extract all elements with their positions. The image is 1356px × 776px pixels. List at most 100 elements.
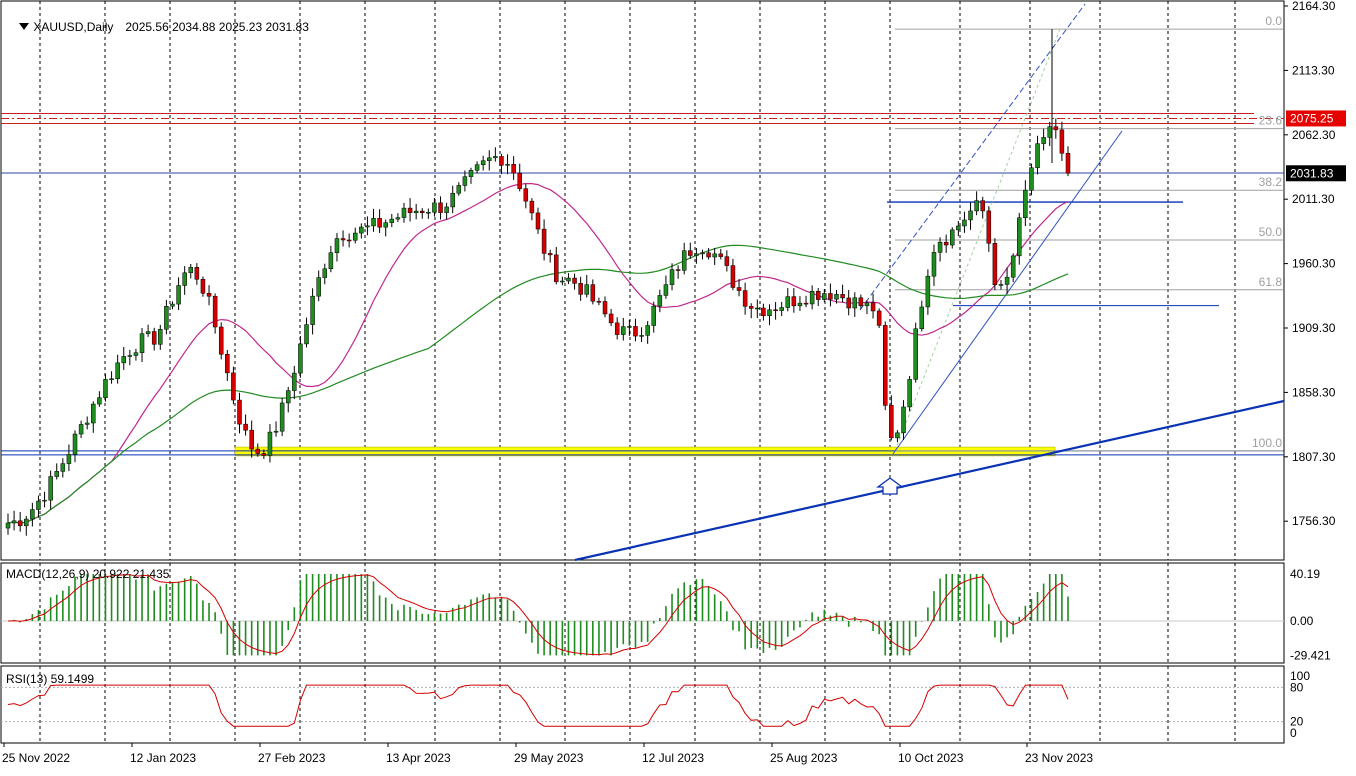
candle-body bbox=[48, 476, 53, 501]
time-tick-label: 27 Feb 2023 bbox=[258, 751, 326, 765]
candle-body bbox=[115, 362, 120, 380]
candle-body bbox=[158, 329, 163, 345]
candle-body bbox=[225, 354, 230, 374]
time-tick-label: 10 Oct 2023 bbox=[898, 751, 964, 765]
candle-body bbox=[694, 253, 699, 256]
candle-body bbox=[371, 218, 376, 227]
candle-body bbox=[876, 310, 882, 326]
candle-body bbox=[541, 228, 547, 254]
time-tick-label: 23 Nov 2023 bbox=[1025, 751, 1093, 765]
candle-body bbox=[931, 252, 937, 277]
time-tick-label: 25 Nov 2022 bbox=[2, 751, 70, 765]
fib-level-label: 0.0 bbox=[1265, 14, 1282, 28]
candle-body bbox=[627, 326, 632, 328]
candle-body bbox=[706, 252, 711, 258]
candle-body bbox=[444, 206, 449, 213]
candle-body bbox=[809, 290, 815, 305]
candle-body bbox=[340, 238, 346, 241]
candle-body bbox=[42, 499, 47, 502]
candle-body bbox=[97, 397, 102, 405]
time-tick-label: 25 Aug 2023 bbox=[770, 751, 838, 765]
price-tick-label: 1960.30 bbox=[1292, 257, 1336, 271]
candle-body bbox=[846, 297, 851, 309]
candle-body bbox=[322, 268, 328, 278]
candle-body bbox=[1035, 143, 1040, 168]
candle-body bbox=[785, 296, 791, 308]
candle-body bbox=[773, 309, 778, 312]
long-trendline bbox=[574, 399, 1285, 562]
candle-body bbox=[426, 211, 431, 214]
candle-body bbox=[164, 306, 169, 330]
candle-body bbox=[1029, 167, 1034, 191]
candle-body bbox=[956, 225, 961, 231]
candle-body bbox=[17, 520, 23, 527]
candle-body bbox=[523, 188, 529, 202]
candle-body bbox=[285, 390, 291, 404]
candle-body bbox=[688, 250, 693, 256]
candle-body bbox=[925, 275, 931, 308]
candle-body bbox=[742, 290, 748, 307]
collapse-triangle-icon[interactable] bbox=[19, 23, 30, 30]
candle-body bbox=[243, 423, 248, 431]
candle-body bbox=[395, 217, 401, 220]
candle-body bbox=[779, 307, 784, 311]
candle-body bbox=[633, 326, 638, 337]
candle-body bbox=[681, 250, 687, 271]
candle-body bbox=[748, 306, 754, 309]
candle-body bbox=[675, 269, 681, 271]
symbol-label: XAUUSD,Daily bbox=[33, 20, 114, 34]
candle-body bbox=[145, 331, 151, 334]
candle-body bbox=[505, 164, 510, 166]
candle-body bbox=[584, 284, 589, 295]
candle-body bbox=[889, 405, 894, 439]
candle-body bbox=[755, 307, 760, 310]
candle-body bbox=[566, 277, 571, 282]
candle-body bbox=[767, 309, 772, 317]
macd-tick-label: 0.00 bbox=[1290, 614, 1314, 628]
time-tick-label: 12 Jul 2023 bbox=[642, 751, 704, 765]
candle-body bbox=[194, 267, 200, 280]
macd-pane-frame bbox=[0, 562, 1285, 664]
candle-body bbox=[602, 301, 608, 315]
candle-body bbox=[188, 267, 194, 274]
fib-level-label: 23.6 bbox=[1259, 114, 1283, 128]
candle-body bbox=[407, 207, 413, 214]
candle-body bbox=[231, 372, 236, 401]
candle-body bbox=[60, 463, 66, 472]
ohlc-values: 2025.56 2034.88 2025.23 2031.83 bbox=[125, 20, 309, 34]
candle-body bbox=[109, 378, 114, 381]
price-tick-label: 1858.30 bbox=[1292, 385, 1336, 399]
candle-body bbox=[24, 518, 29, 527]
candle-body bbox=[5, 522, 11, 529]
candle-body bbox=[950, 229, 955, 246]
candle-body bbox=[78, 424, 84, 435]
red-price-label: 2075.25 bbox=[1290, 111, 1334, 125]
candle-body bbox=[803, 302, 809, 305]
candle-body bbox=[980, 200, 985, 212]
candle-body bbox=[998, 284, 1004, 286]
candle-body bbox=[621, 326, 626, 335]
candle-body bbox=[200, 279, 206, 294]
candle-body bbox=[511, 164, 516, 174]
candle-body bbox=[383, 222, 388, 228]
candle-body bbox=[1065, 152, 1071, 174]
candle-body bbox=[943, 241, 949, 246]
price-tick-label: 2062.30 bbox=[1292, 128, 1336, 142]
candle-body bbox=[560, 280, 565, 283]
candle-body bbox=[84, 422, 90, 425]
candle-body bbox=[547, 253, 553, 256]
time-tick-label: 13 Apr 2023 bbox=[386, 751, 451, 765]
candle-body bbox=[712, 253, 717, 258]
candle-body bbox=[596, 300, 602, 303]
candle-body bbox=[651, 305, 656, 326]
candle-body bbox=[468, 170, 474, 177]
candle-body bbox=[1023, 189, 1028, 219]
candle-body bbox=[895, 432, 900, 439]
macd-label: MACD(12,26,9) 20.922 21.435 bbox=[6, 567, 170, 581]
candle-body bbox=[517, 172, 522, 189]
candle-body bbox=[730, 265, 736, 288]
time-tick-label: 12 Jan 2023 bbox=[130, 751, 196, 765]
moving-average-fast bbox=[7, 183, 1069, 524]
candle-body bbox=[480, 160, 486, 165]
time-tick-label: 29 May 2023 bbox=[514, 751, 584, 765]
